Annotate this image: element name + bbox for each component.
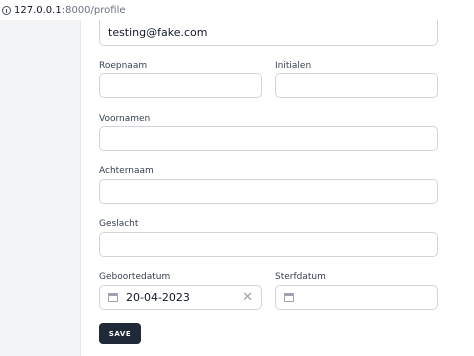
roepnaam-field[interactable] bbox=[99, 73, 262, 98]
calendar-icon bbox=[284, 293, 294, 302]
email-field[interactable]: testing@fake.com bbox=[99, 20, 438, 46]
geboortedatum-value: 20-04-2023 bbox=[126, 291, 190, 304]
calendar-icon bbox=[108, 293, 118, 302]
initialen-label: Initialen bbox=[275, 61, 312, 71]
roepnaam-label: Roepnaam bbox=[99, 61, 148, 71]
email-value: testing@fake.com bbox=[108, 26, 208, 39]
sidebar bbox=[0, 20, 81, 356]
browser-url-bar[interactable]: 127.0.0.1:8000/profile bbox=[0, 0, 474, 20]
site-info-icon[interactable] bbox=[2, 5, 11, 15]
achternaam-field[interactable] bbox=[99, 179, 438, 204]
sterfdatum-field[interactable] bbox=[275, 285, 438, 310]
geboortedatum-field[interactable]: 20-04-2023 ✕ bbox=[99, 285, 262, 310]
geslacht-label: Geslacht bbox=[99, 219, 139, 229]
url-host: 127.0.0.1 bbox=[14, 4, 62, 16]
url-path: :8000/profile bbox=[61, 4, 126, 16]
geslacht-field[interactable] bbox=[99, 232, 438, 257]
initialen-field[interactable] bbox=[275, 73, 438, 98]
voornamen-label: Voornamen bbox=[99, 114, 151, 124]
save-button[interactable]: SAVE bbox=[99, 323, 141, 344]
clear-icon[interactable]: ✕ bbox=[242, 290, 253, 306]
achternaam-label: Achternaam bbox=[99, 166, 154, 176]
sterfdatum-label: Sterfdatum bbox=[275, 272, 326, 282]
voornamen-field[interactable] bbox=[99, 126, 438, 151]
geboortedatum-label: Geboortedatum bbox=[99, 272, 171, 282]
